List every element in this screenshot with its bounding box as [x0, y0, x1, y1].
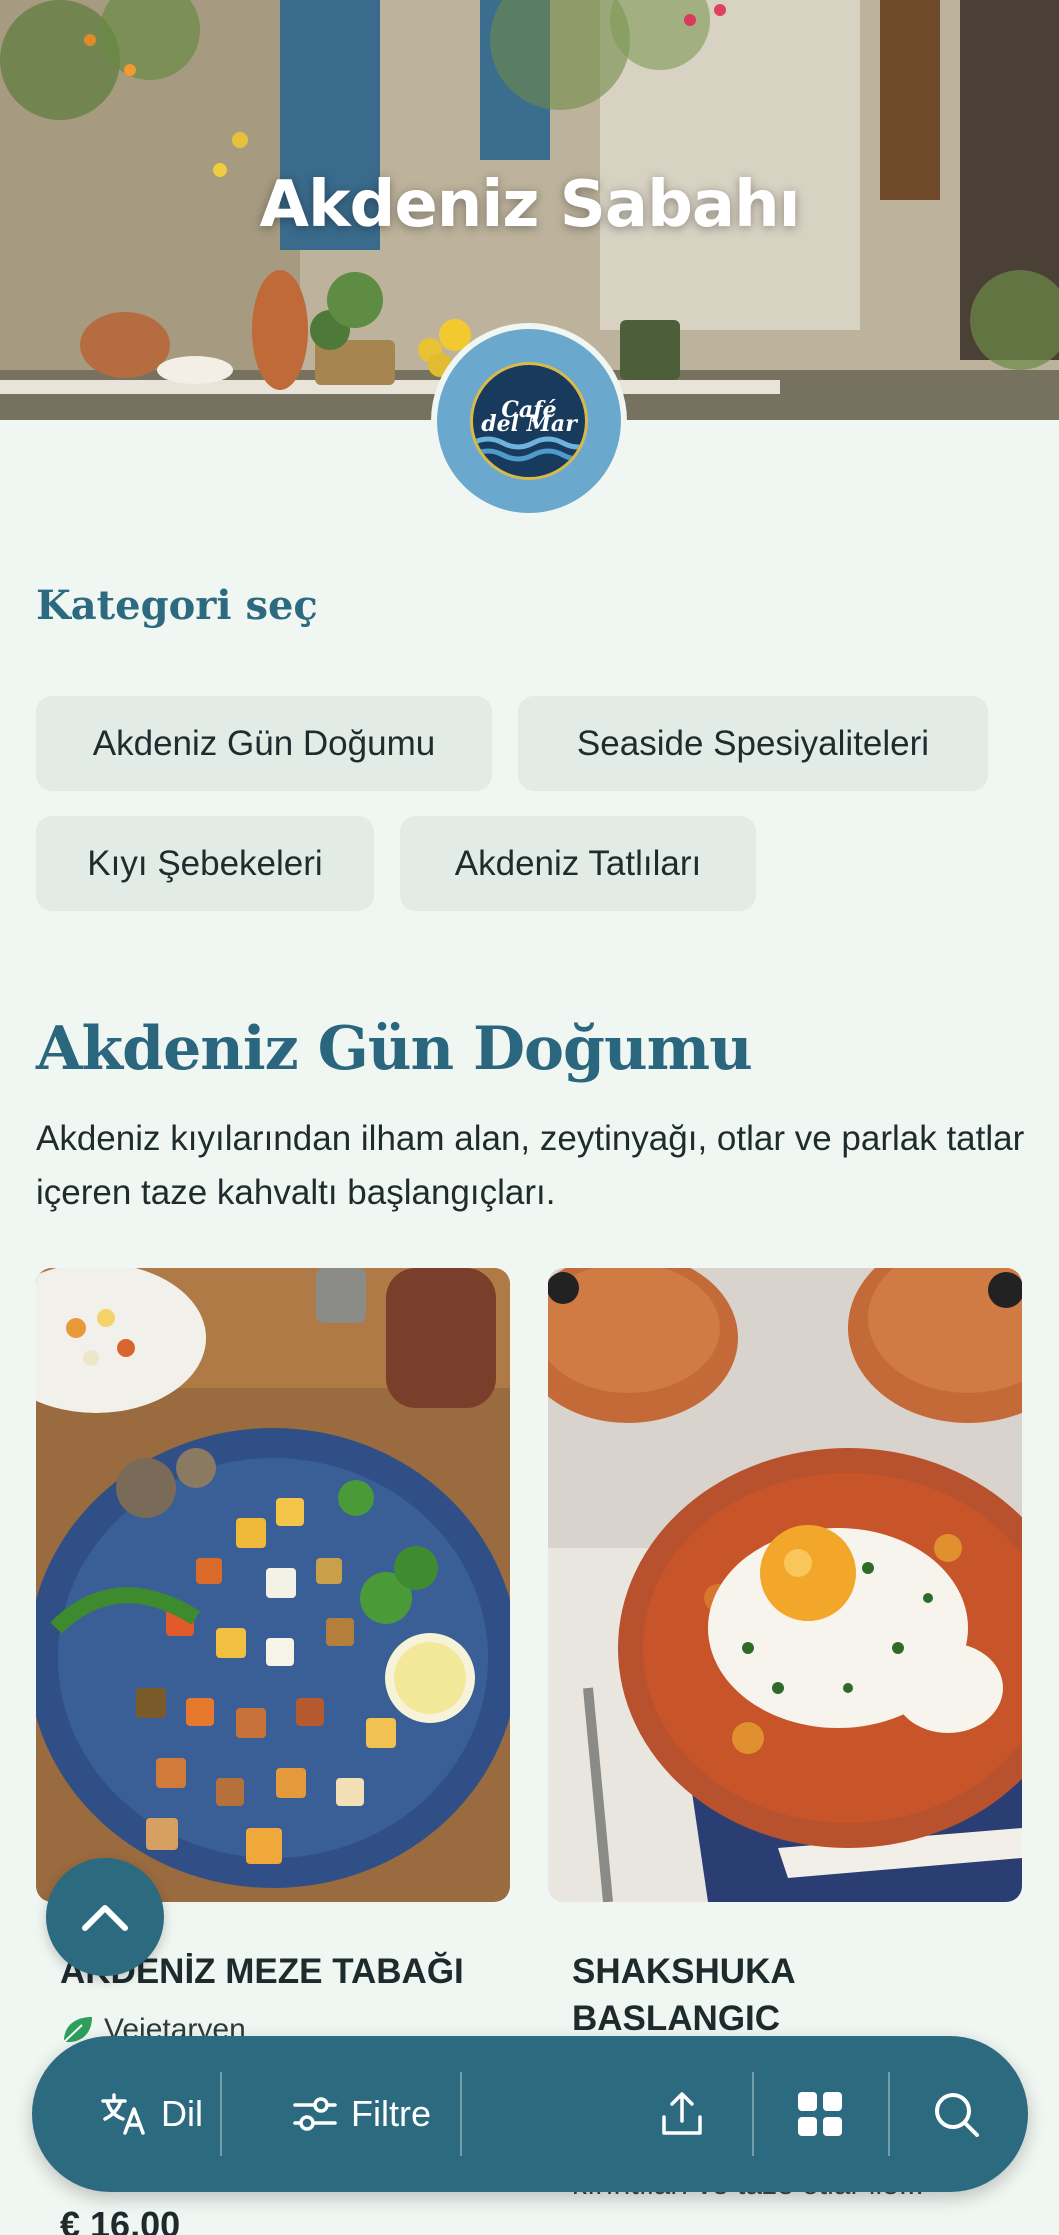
waves-icon [473, 436, 585, 462]
product-name: SHAKSHUKA BASLANGIC [572, 1952, 795, 2038]
shakshuka-photo [548, 1268, 1022, 1902]
product-card[interactable]: SHAKSHUKA BASLANGIC kırıntıları ve taze … [548, 1268, 1022, 2201]
bottom-toolbar: Dil Filtre [32, 2036, 1028, 2192]
sliders-icon [293, 2097, 337, 2131]
product-image[interactable] [548, 1268, 1022, 1902]
page-title: Akdeniz Sabahı [259, 168, 800, 242]
toolbar-divider [220, 2072, 222, 2156]
grid-view-icon [798, 2092, 842, 2136]
toolbar-divider [460, 2072, 462, 2156]
share-button[interactable] [632, 2036, 732, 2192]
category-heading: Akdeniz Gün Doğumu [36, 1014, 753, 1084]
language-label: Dil [161, 2093, 203, 2134]
search-icon [935, 2093, 979, 2137]
translate-icon [101, 2093, 145, 2135]
scroll-to-top-button[interactable] [46, 1858, 164, 1976]
category-chip-kiyi-sebekeleri[interactable]: Kıyı Şebekeleri [36, 816, 374, 911]
category-chip-akdeniz-tatlilari[interactable]: Akdeniz Tatlıları [400, 816, 756, 911]
category-chip-akdeniz-gun-dogumu[interactable]: Akdeniz Gün Doğumu [36, 696, 492, 791]
toolbar-divider [888, 2072, 890, 2156]
product-image[interactable] [36, 1268, 510, 1902]
grid-view-button[interactable] [770, 2036, 870, 2192]
product-price: € 16,00 [60, 2204, 181, 2235]
share-icon [662, 2092, 702, 2135]
logo-text-line2: del Mar [481, 411, 577, 437]
filter-label: Filtre [351, 2093, 431, 2134]
category-description: Akdeniz kıyılarından ilham alan, zeytiny… [36, 1119, 1025, 1212]
filter-button[interactable]: Filtre [252, 2036, 472, 2192]
search-button[interactable] [906, 2036, 1006, 2192]
logo-badge: Café del Mar [470, 362, 588, 480]
toolbar-divider [752, 2072, 754, 2156]
cafe-logo: Café del Mar [431, 323, 627, 519]
category-chip-seaside-spesiyaliteleri[interactable]: Seaside Spesiyaliteleri [518, 696, 988, 791]
category-select-label: Kategori seç [36, 582, 318, 629]
chevron-up-icon [82, 1905, 128, 1931]
language-button[interactable]: Dil [72, 2036, 232, 2192]
product-card[interactable]: AKDENİZ MEZE TABAĞI Vejetaryen € 16,00 [36, 1268, 510, 2235]
meze-platter-photo [36, 1268, 510, 1902]
